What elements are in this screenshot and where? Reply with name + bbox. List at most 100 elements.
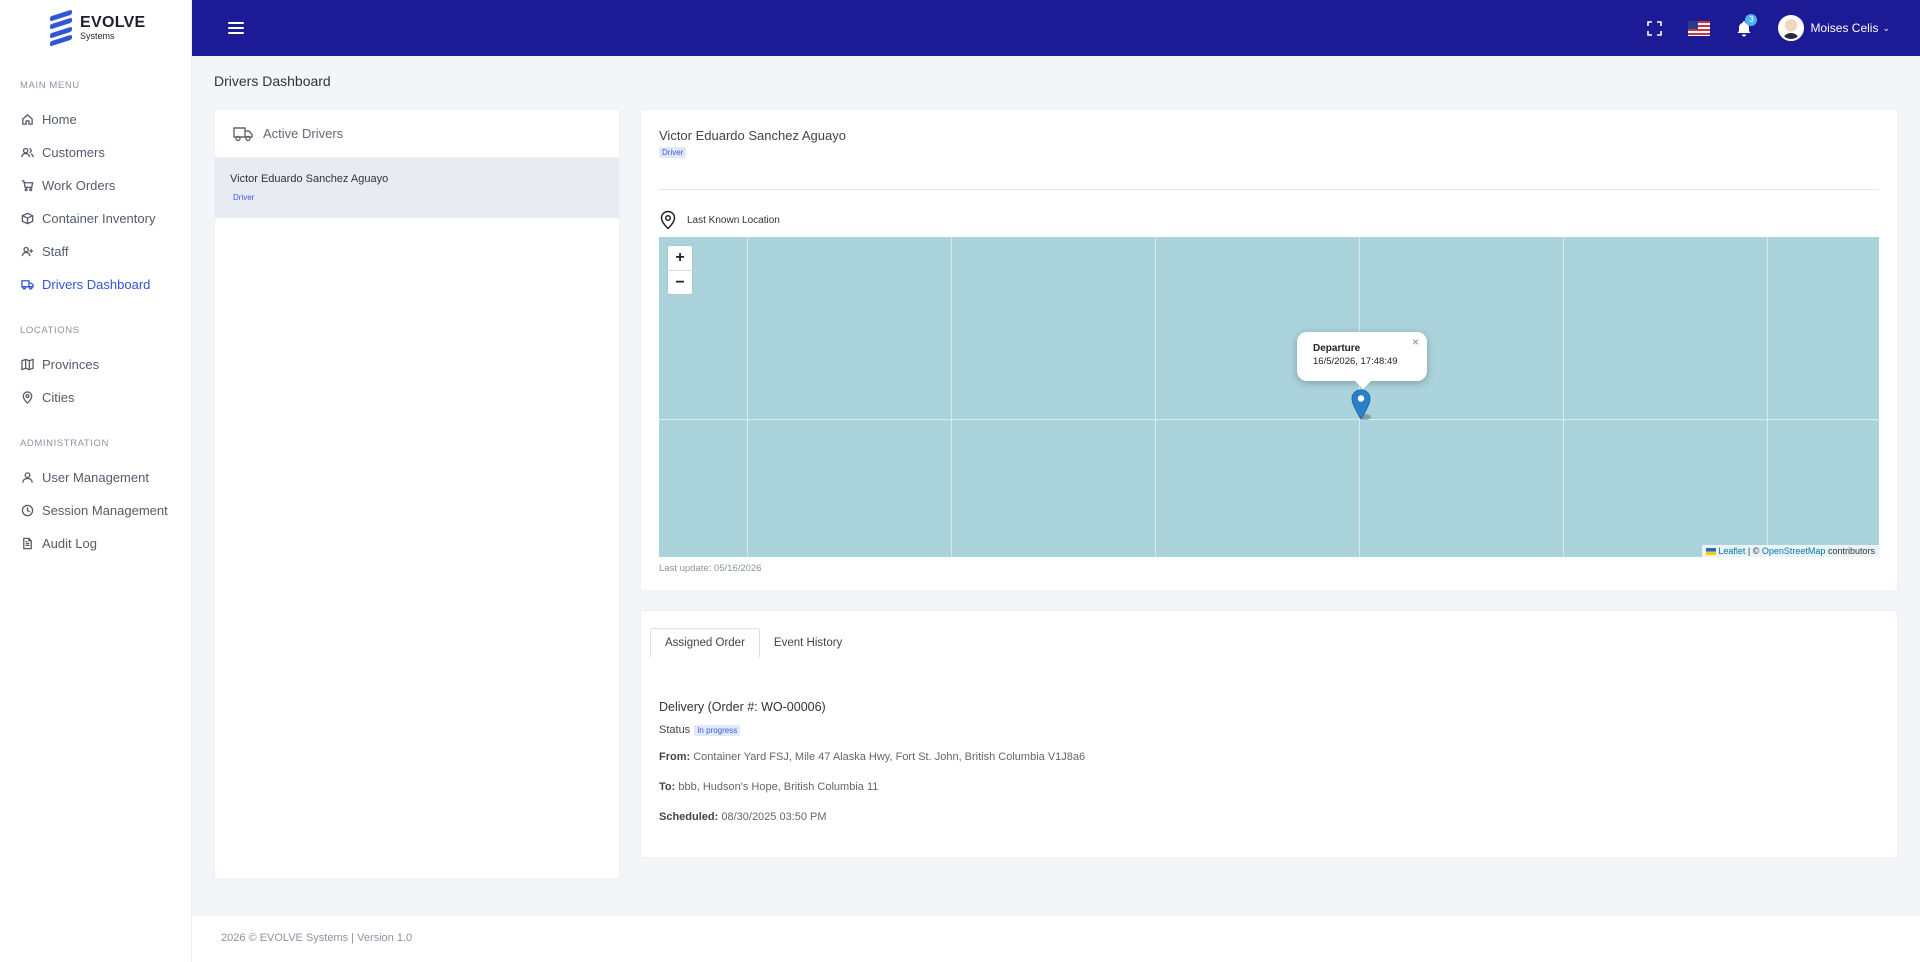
sidebar-item-home[interactable]: Home	[0, 103, 191, 136]
order-status-row: Status In progress	[659, 724, 741, 736]
sidebar-item-label: Customers	[42, 145, 105, 160]
sidebar-item-label: Home	[42, 112, 77, 127]
sidebar-item-customers[interactable]: Customers	[0, 136, 191, 169]
user-menu[interactable]: Moises Celis ⌄	[1778, 15, 1890, 41]
user-icon	[20, 471, 34, 485]
users-icon	[20, 146, 34, 160]
map-zoom-control: + −	[667, 245, 693, 295]
cart-icon	[20, 179, 34, 193]
order-scheduled: Scheduled: 08/30/2025 03:50 PM	[659, 811, 827, 823]
order-to: To: bbb, Hudson's Hope, British Columbia…	[659, 781, 878, 793]
sidebar-item-cities[interactable]: Cities	[0, 381, 191, 414]
scheduled-label: Scheduled:	[659, 811, 719, 823]
sidebar-item-label: Work Orders	[42, 178, 116, 193]
map-icon	[20, 358, 34, 372]
map-tile-edge	[747, 237, 748, 557]
attribution-contributors: contributors	[1827, 546, 1875, 556]
menu-section-main: MAIN MENU	[20, 80, 80, 91]
sidebar-item-label: Drivers Dashboard	[42, 277, 151, 292]
openstreetmap-link[interactable]: OpenStreetMap	[1762, 546, 1826, 556]
order-panel: Assigned Order Event History Delivery (O…	[640, 610, 1898, 858]
sidebar-item-provinces[interactable]: Provinces	[0, 348, 191, 381]
to-value: bbb, Hudson's Hope, British Columbia 11	[678, 781, 879, 793]
brand-name: EVOLVE	[80, 14, 146, 31]
active-drivers-panel: Active Drivers Victor Eduardo Sanchez Ag…	[214, 109, 620, 879]
list-item[interactable]: Victor Eduardo Sanchez Aguayo Driver	[215, 158, 619, 218]
active-drivers-title: Active Drivers	[263, 126, 344, 141]
driver-name: Victor Eduardo Sanchez Aguayo	[230, 173, 389, 185]
order-tabs: Assigned Order Event History	[650, 628, 856, 658]
file-icon	[20, 537, 34, 551]
sidebar-item-container-inventory[interactable]: Container Inventory	[0, 202, 191, 235]
box-icon	[20, 212, 34, 226]
location-label-text: Last Known Location	[687, 214, 780, 226]
ukraine-flag-icon	[1706, 548, 1717, 556]
zoom-in-button[interactable]: +	[668, 246, 692, 270]
brand-logo[interactable]: EVOLVE Systems	[0, 0, 191, 56]
attribution-separator: | ©	[1747, 546, 1760, 556]
sidebar-item-label: User Management	[42, 470, 149, 485]
map-tile-edge	[1563, 237, 1564, 557]
status-label: Status	[659, 724, 691, 736]
truck-icon	[233, 126, 253, 141]
user-plus-icon	[20, 245, 34, 259]
logo-icon	[50, 9, 72, 47]
footer-text: 2026 © EVOLVE Systems | Version 1.0	[221, 932, 413, 944]
popup-timestamp: 16/5/2026, 17:48:49	[1313, 356, 1398, 367]
location-map[interactable]: + − Departure 16/5/2026, 17:48:49 × Leaf…	[659, 237, 1879, 557]
scheduled-value: 08/30/2025 03:50 PM	[721, 811, 827, 823]
leaflet-link[interactable]: Leaflet	[1718, 546, 1745, 556]
avatar	[1778, 15, 1805, 41]
fullscreen-icon[interactable]	[1647, 20, 1663, 36]
sidebar-item-user-management[interactable]: User Management	[0, 461, 191, 494]
menu-section-administration: ADMINISTRATION	[20, 438, 109, 449]
top-navbar: 3 Moises Celis ⌄	[192, 0, 1920, 56]
notification-bell-icon[interactable]: 3	[1736, 13, 1758, 37]
driver-detail-role-badge: Driver	[659, 147, 687, 158]
clock-icon	[20, 504, 34, 518]
map-marker-icon[interactable]	[1350, 389, 1372, 421]
order-title: Delivery (Order #: WO-00006)	[659, 700, 826, 714]
from-value: Container Yard FSJ, Mile 47 Alaska Hwy, …	[693, 751, 1086, 763]
menu-toggle-icon[interactable]	[228, 22, 244, 34]
popup-title: Departure	[1313, 343, 1361, 354]
status-badge: In progress	[694, 724, 741, 736]
active-drivers-header: Active Drivers	[215, 110, 619, 158]
sidebar-item-staff[interactable]: Staff	[0, 235, 191, 268]
last-update-text: Last update: 05/16/2026	[659, 563, 762, 574]
map-tile-edge	[1767, 237, 1768, 557]
map-pin-icon	[660, 210, 676, 230]
driver-role-badge: Driver	[233, 193, 255, 202]
truck-icon	[20, 278, 34, 292]
chevron-down-icon: ⌄	[1882, 22, 1890, 33]
tab-event-history[interactable]: Event History	[760, 628, 856, 658]
notification-count-badge: 3	[1745, 13, 1758, 26]
footer	[192, 916, 1920, 962]
driver-detail-name: Victor Eduardo Sanchez Aguayo	[659, 128, 846, 143]
sidebar-item-audit-log[interactable]: Audit Log	[0, 527, 191, 560]
home-icon	[20, 113, 34, 127]
brand-subtitle: Systems	[80, 31, 115, 41]
map-tile-edge	[659, 419, 1879, 420]
order-from: From: Container Yard FSJ, Mile 47 Alaska…	[659, 751, 1085, 763]
sidebar-item-label: Cities	[42, 390, 75, 405]
last-known-location-label: Last Known Location	[659, 210, 780, 230]
map-popup: Departure 16/5/2026, 17:48:49 ×	[1297, 332, 1427, 389]
tab-assigned-order[interactable]: Assigned Order	[650, 628, 760, 658]
close-icon[interactable]: ×	[1412, 335, 1419, 349]
sidebar-item-label: Provinces	[42, 357, 100, 372]
sidebar-item-session-management[interactable]: Session Management	[0, 494, 191, 527]
sidebar-item-drivers-dashboard[interactable]: Drivers Dashboard	[0, 268, 191, 301]
menu-section-locations: LOCATIONS	[20, 325, 80, 336]
sidebar: EVOLVE Systems MAIN MENU Home Customers …	[0, 0, 192, 962]
to-label: To:	[659, 781, 676, 793]
sidebar-item-work-orders[interactable]: Work Orders	[0, 169, 191, 202]
sidebar-item-label: Staff	[42, 244, 69, 259]
driver-detail-panel: Victor Eduardo Sanchez Aguayo Driver Las…	[640, 109, 1898, 591]
page-title: Drivers Dashboard	[214, 73, 331, 89]
language-flag-icon[interactable]	[1688, 20, 1711, 36]
divider	[659, 189, 1879, 190]
sidebar-item-label: Session Management	[42, 503, 168, 518]
zoom-out-button[interactable]: −	[668, 270, 692, 294]
sidebar-item-label: Audit Log	[42, 536, 97, 551]
